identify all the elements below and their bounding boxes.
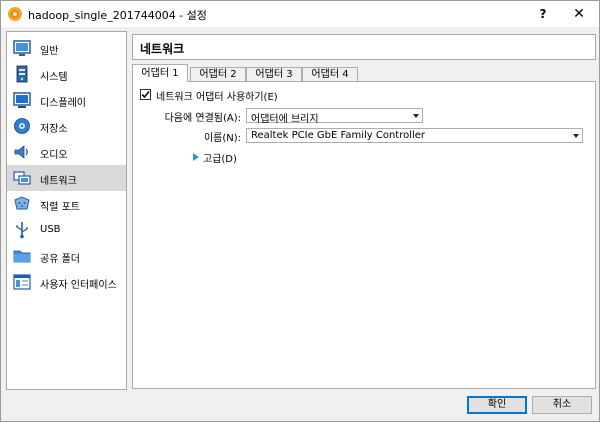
sidebar-item-network[interactable]: 네트워크 [7, 165, 126, 191]
sidebar-item-label: 디스플레이 [40, 98, 86, 109]
tab-adapter-4[interactable]: 어댑터 4 [302, 67, 358, 82]
sidebar-item-label: 저장소 [40, 124, 68, 135]
usb-icon [16, 222, 28, 239]
sidebar-item-shared-folders[interactable]: 공유 폴더 [7, 243, 126, 269]
chevron-down-icon [573, 134, 579, 138]
storage-icon [14, 118, 30, 134]
tab-adapter-1[interactable]: 어댑터 1 [132, 64, 188, 82]
settings-sidebar: 일반 시스템 디스플레이 저장소 오디오 네트워크 직렬 포트 USB 공유 폴… [6, 31, 127, 390]
title-bar: hadoop_single_201744004 - 설정 ? ✕ [1, 1, 599, 27]
sidebar-item-label: 공유 폴더 [40, 254, 80, 265]
tab-adapter-2[interactable]: 어댑터 2 [190, 67, 246, 82]
virtualbox-app-icon [8, 7, 22, 21]
sidebar-item-label: 직렬 포트 [40, 202, 80, 213]
ok-button[interactable]: 확인 [467, 396, 527, 414]
display-icon [13, 92, 31, 108]
window-title: hadoop_single_201744004 - 설정 [28, 9, 207, 22]
name-label: 이름(N): [203, 133, 241, 144]
system-icon [16, 65, 28, 83]
sidebar-item-label: 시스템 [40, 72, 68, 83]
sidebar-item-display[interactable]: 디스플레이 [7, 87, 126, 113]
sidebar-item-storage[interactable]: 저장소 [7, 113, 126, 139]
shared-folder-icon [13, 250, 31, 263]
expand-arrow-icon[interactable] [193, 153, 199, 161]
sidebar-item-label: 일반 [40, 46, 59, 57]
page-title-bar: 네트워크 [132, 34, 596, 60]
sidebar-item-audio[interactable]: 오디오 [7, 139, 126, 165]
sidebar-item-usb[interactable]: USB [7, 217, 126, 243]
enable-adapter-label[interactable]: 네트워크 어댑터 사용하기(E) [156, 88, 278, 103]
audio-icon [14, 145, 28, 159]
sidebar-item-label: USB [40, 224, 61, 235]
chevron-down-icon [413, 114, 419, 118]
attached-to-select[interactable]: 어댑터에 브리지 [246, 108, 423, 125]
close-button[interactable]: ✕ [559, 1, 599, 27]
settings-dialog: hadoop_single_201744004 - 설정 ? ✕ 일반 시스템 [0, 0, 600, 422]
name-select[interactable]: Realtek PCIe GbE Family Controller [246, 128, 583, 143]
checkmark-icon [141, 91, 150, 99]
serial-port-icon [14, 196, 30, 210]
sidebar-item-label: 네트워크 [40, 176, 77, 187]
tab-adapter-3[interactable]: 어댑터 3 [246, 67, 302, 82]
page-title: 네트워크 [140, 42, 185, 56]
adapter-1-panel: 네트워크 어댑터 사용하기(E) 다음에 연결됨(A): 어댑터에 브리지 이름… [132, 81, 596, 389]
sidebar-item-serial-port[interactable]: 직렬 포트 [7, 191, 126, 217]
sidebar-item-user-interface[interactable]: 사용자 인터페이스 [7, 269, 126, 295]
name-value: Realtek PCIe GbE Family Controller [251, 130, 426, 141]
help-button[interactable]: ? [523, 1, 563, 27]
sidebar-item-system[interactable]: 시스템 [7, 61, 126, 87]
sidebar-item-general[interactable]: 일반 [7, 35, 126, 61]
user-interface-icon [13, 274, 31, 290]
sidebar-item-label: 오디오 [40, 150, 68, 161]
enable-adapter-checkbox[interactable] [140, 89, 151, 100]
attached-to-value: 어댑터에 브리지 [251, 114, 319, 125]
general-icon [13, 40, 31, 56]
sidebar-item-label: 사용자 인터페이스 [40, 280, 117, 291]
attached-to-label: 다음에 연결됨(A): [164, 113, 241, 124]
cancel-button[interactable]: 취소 [532, 396, 592, 414]
advanced-toggle[interactable]: 고급(D) [203, 150, 237, 165]
network-icon [13, 171, 31, 185]
